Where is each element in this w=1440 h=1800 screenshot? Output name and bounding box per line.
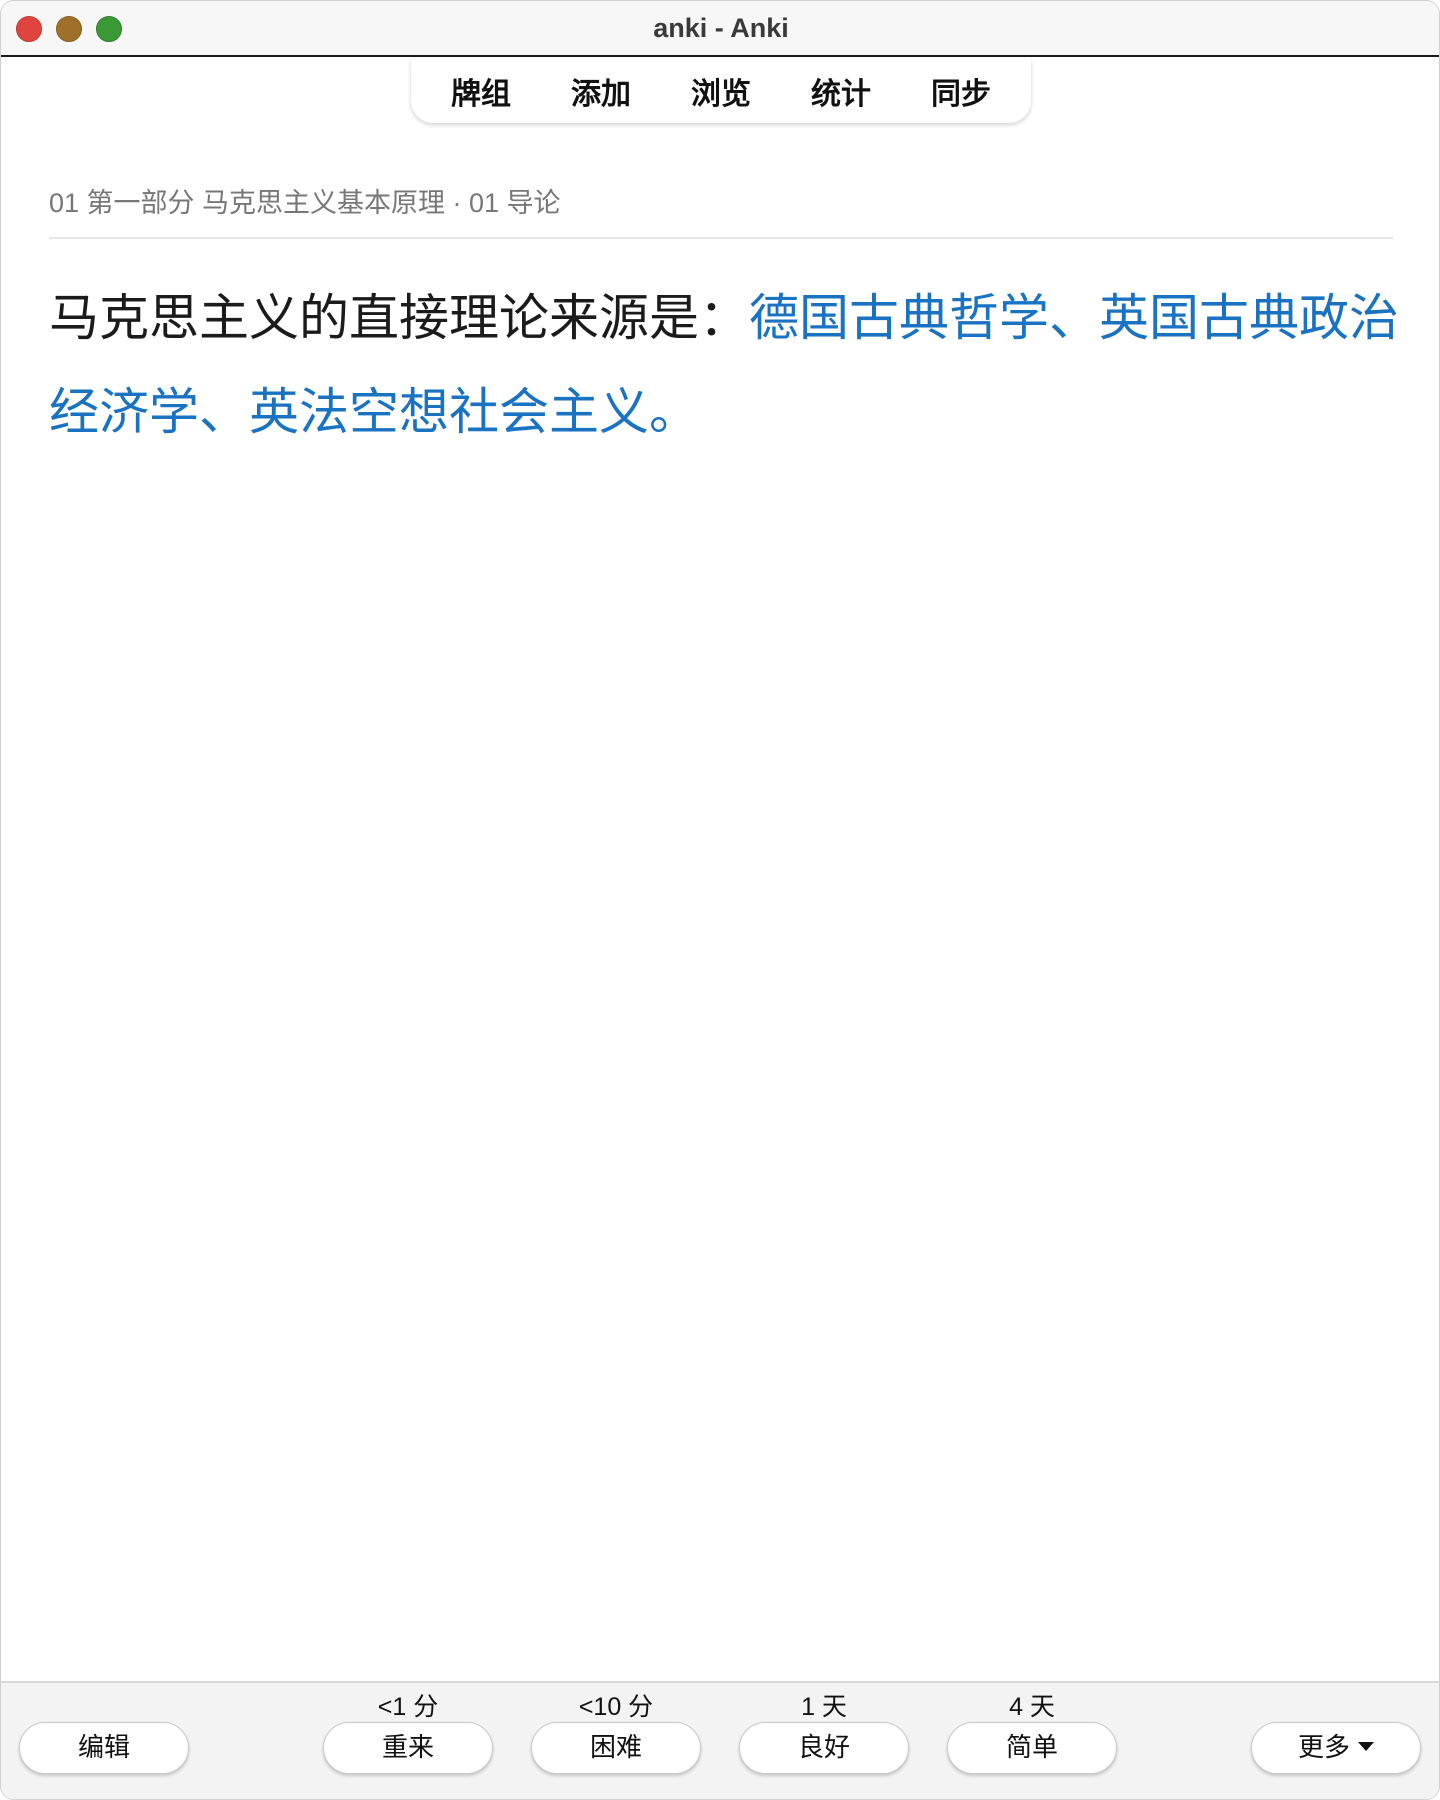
edit-button[interactable]: 编辑 bbox=[19, 1722, 189, 1774]
again-due-label: <1 分 bbox=[377, 1693, 439, 1721]
hard-button[interactable]: 困难 bbox=[531, 1722, 701, 1774]
more-button-label: 更多 bbox=[1297, 1733, 1350, 1763]
card-question: 马克思主义的直接理论来源是： bbox=[49, 289, 749, 347]
deck-path: 01 第一部分 马克思主义基本原理 · 01 导论 bbox=[49, 188, 561, 218]
card-content: 马克思主义的直接理论来源是：德国古典哲学、英国古典政治经济学、英法空想社会主义。 bbox=[49, 271, 1401, 459]
title-bar: anki - Anki bbox=[1, 1, 1439, 57]
chevron-down-icon bbox=[1358, 1742, 1374, 1751]
divider bbox=[49, 237, 1393, 239]
toolbar-stats[interactable]: 统计 bbox=[781, 69, 901, 113]
main-toolbar: 牌组 添加 浏览 统计 同步 bbox=[411, 59, 1031, 123]
anki-window: anki - Anki 牌组 添加 浏览 统计 同步 01 第一部分 马克思主义… bbox=[0, 0, 1440, 1800]
good-due-label: 1 天 bbox=[801, 1693, 847, 1721]
toolbar-decks[interactable]: 牌组 bbox=[421, 69, 541, 113]
more-button[interactable]: 更多 bbox=[1251, 1722, 1421, 1774]
easy-button[interactable]: 简单 bbox=[947, 1722, 1117, 1774]
toolbar-add[interactable]: 添加 bbox=[541, 69, 661, 113]
easy-due-label: 4 天 bbox=[1009, 1693, 1055, 1721]
toolbar-sync[interactable]: 同步 bbox=[901, 69, 1021, 113]
toolbar-browse[interactable]: 浏览 bbox=[661, 69, 781, 113]
good-button[interactable]: 良好 bbox=[739, 1722, 909, 1774]
review-bottom-bar bbox=[1, 1681, 1439, 1799]
hard-due-label: <10 分 bbox=[578, 1693, 654, 1721]
again-button[interactable]: 重来 bbox=[323, 1722, 493, 1774]
window-title: anki - Anki bbox=[653, 13, 789, 43]
